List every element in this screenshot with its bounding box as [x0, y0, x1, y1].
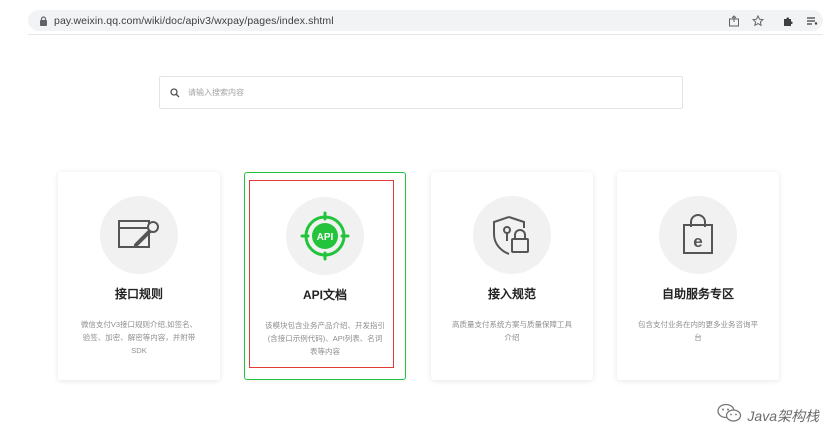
search-icon[interactable]: [170, 87, 182, 99]
card-title: API文档: [302, 288, 347, 302]
address-bar[interactable]: pay.weixin.qq.com/wiki/doc/apiv3/wxpay/p…: [28, 10, 823, 31]
svg-text:e: e: [693, 232, 702, 251]
star-icon[interactable]: [751, 14, 765, 28]
watermark-text: Java架构栈: [747, 407, 819, 424]
card-integration-spec[interactable]: 接入规范 高质量支付系统方案与质量保障工具介绍: [431, 172, 593, 380]
card-description: 包含支付业务在内的更多业务咨询平台: [638, 320, 758, 342]
card-title: 自助服务专区: [661, 287, 734, 301]
svg-text:API: API: [317, 232, 334, 243]
card-title: 接口规则: [114, 287, 163, 301]
card-description: 高质量支付系统方案与质量保障工具介绍: [452, 320, 572, 342]
watermark: Java架构栈: [717, 403, 819, 428]
card-api-docs[interactable]: API API文档 该模块包含业务产品介绍、开发指引(含接口示例代码)、API列…: [244, 172, 406, 380]
shield-lock-icon: [473, 196, 551, 274]
card-description: 该模块包含业务产品介绍、开发指引(含接口示例代码)、API列表、名词表等内容: [265, 321, 385, 356]
wrench-window-icon: [100, 196, 178, 274]
extension-icon[interactable]: [781, 14, 795, 28]
shopping-bag-icon: e: [659, 196, 737, 274]
search-box[interactable]: [159, 76, 683, 109]
share-icon[interactable]: [727, 14, 741, 28]
lock-icon[interactable]: [36, 14, 50, 28]
toolbar-divider: [28, 34, 823, 35]
card-description: 微信支付V3接口规则介绍,如签名、验签、加密、解密等内容，并附带SDK: [80, 320, 198, 355]
api-gear-icon: API: [286, 197, 364, 275]
reading-list-icon[interactable]: [805, 14, 819, 28]
card-title: 接入规范: [487, 287, 536, 301]
url-text[interactable]: pay.weixin.qq.com/wiki/doc/apiv3/wxpay/p…: [54, 15, 334, 27]
card-interface-rules[interactable]: 接口规则 微信支付V3接口规则介绍,如签名、验签、加密、解密等内容，并附带SDK: [58, 172, 220, 380]
search-input[interactable]: [188, 88, 668, 97]
card-self-service[interactable]: e 自助服务专区 包含支付业务在内的更多业务咨询平台: [617, 172, 779, 380]
wechat-icon: [717, 403, 743, 428]
